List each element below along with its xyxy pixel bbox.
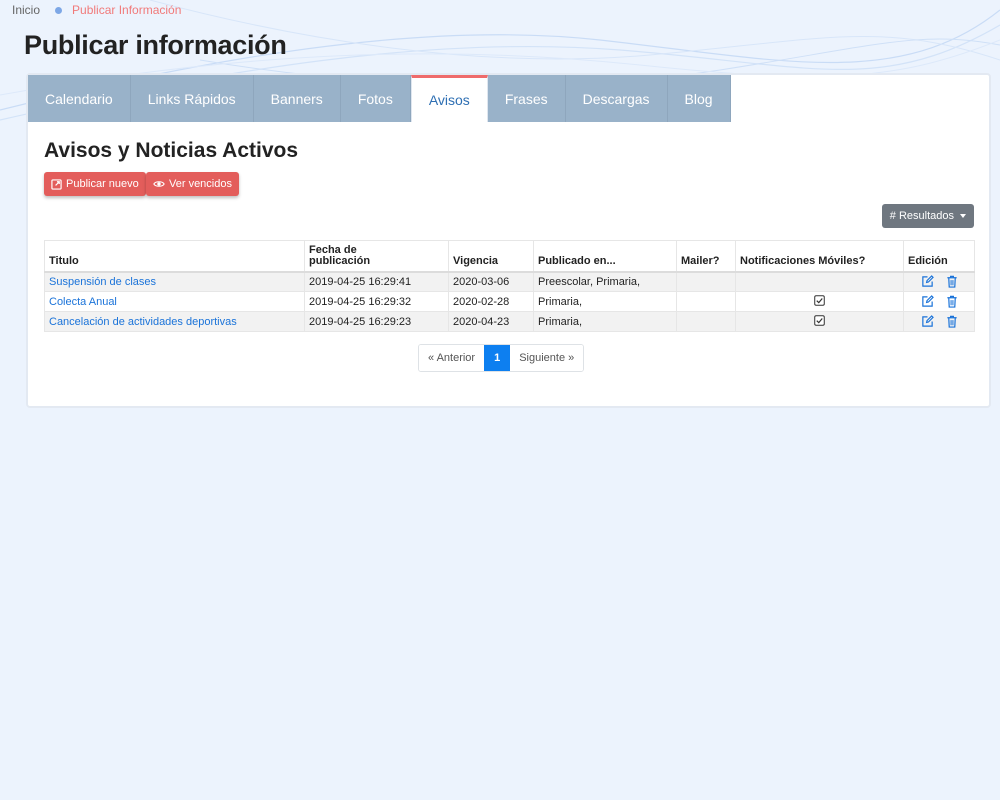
breadcrumb-separator-dot-icon — [55, 6, 63, 14]
results-dropdown-label: # Resultados — [889, 210, 954, 222]
row-edit-cell — [903, 311, 975, 332]
external-link-icon — [51, 178, 62, 190]
trash-icon[interactable] — [946, 295, 958, 308]
row-mailer — [676, 291, 736, 312]
pagination: « Anterior 1 Siguiente » — [418, 344, 585, 372]
header-pub-date-line2: publicación — [309, 254, 371, 267]
checkbox-checked-icon — [814, 314, 825, 326]
trash-icon[interactable] — [946, 275, 958, 288]
tab-avisos[interactable]: Avisos — [410, 75, 488, 122]
table-header-row: Titulo Fecha de publicación Vigencia Pub… — [44, 240, 975, 273]
view-expired-label: Ver vencidos — [169, 178, 232, 190]
row-title-link[interactable]: Suspensión de clases — [49, 276, 156, 288]
row-mobile — [735, 271, 904, 292]
announcements-table: Titulo Fecha de publicación Vigencia Pub… — [44, 240, 975, 332]
row-mailer — [676, 311, 736, 332]
publish-new-button[interactable]: Publicar nuevo — [44, 172, 146, 196]
section-title: Avisos y Noticias Activos — [44, 139, 299, 162]
row-published-in: Primaria, — [533, 311, 677, 332]
edit-icon[interactable] — [921, 315, 934, 328]
view-expired-button[interactable]: Ver vencidos — [146, 172, 239, 196]
publish-new-label: Publicar nuevo — [66, 178, 139, 190]
table-row: Colecta Anual 2019-04-25 16:29:32 2020-0… — [44, 291, 975, 312]
tab-descargas[interactable]: Descargas — [565, 75, 668, 122]
trash-icon[interactable] — [946, 315, 958, 328]
row-title-link[interactable]: Colecta Anual — [49, 296, 117, 308]
content-card: Calendario Links Rápidos Banners Fotos A… — [26, 73, 991, 408]
tab-fotos[interactable]: Fotos — [340, 75, 411, 122]
pagination-page-1[interactable]: 1 — [484, 345, 511, 371]
header-edit: Edición — [903, 240, 975, 273]
checkbox-checked-icon — [814, 294, 825, 306]
header-validity: Vigencia — [448, 240, 534, 273]
row-validity: 2020-03-06 — [448, 271, 534, 292]
row-published-in: Preescolar, Primaria, — [533, 271, 677, 292]
row-mobile — [735, 291, 904, 312]
row-edit-cell — [903, 271, 975, 292]
breadcrumb-home-link[interactable]: Inicio — [12, 3, 40, 17]
row-published-in: Primaria, — [533, 291, 677, 312]
header-pub-date: Fecha de publicación — [304, 240, 449, 273]
row-pub-date: 2019-04-25 16:29:32 — [304, 291, 449, 312]
header-title: Titulo — [44, 240, 305, 273]
pagination-prev-button[interactable]: « Anterior — [419, 345, 485, 371]
row-pub-date: 2019-04-25 16:29:41 — [304, 271, 449, 292]
tab-bar: Calendario Links Rápidos Banners Fotos A… — [28, 75, 731, 122]
breadcrumb-current: Publicar Información — [72, 3, 182, 17]
row-mailer — [676, 271, 736, 292]
tab-links-rapidos[interactable]: Links Rápidos — [130, 75, 254, 122]
eye-icon — [153, 181, 165, 187]
row-edit-cell — [903, 291, 975, 312]
page-title: Publicar información — [24, 30, 287, 60]
header-published-in: Publicado en... — [533, 240, 677, 273]
tab-banners[interactable]: Banners — [253, 75, 341, 122]
row-validity: 2020-04-23 — [448, 311, 534, 332]
edit-icon[interactable] — [921, 275, 934, 288]
edit-icon[interactable] — [921, 295, 934, 308]
tab-blog[interactable]: Blog — [667, 75, 731, 122]
row-title-link[interactable]: Cancelación de actividades deportivas — [49, 316, 237, 328]
breadcrumb: Inicio Publicar Información — [12, 3, 181, 17]
header-mobile-notifications: Notificaciones Móviles? — [735, 240, 904, 273]
results-dropdown-button[interactable]: # Resultados — [881, 204, 974, 228]
row-validity: 2020-02-28 — [448, 291, 534, 312]
row-mobile — [735, 311, 904, 332]
table-row: Suspensión de clases 2019-04-25 16:29:41… — [44, 271, 975, 292]
tab-calendario[interactable]: Calendario — [28, 75, 131, 122]
caret-down-icon — [960, 214, 966, 218]
header-mailer: Mailer? — [676, 240, 736, 273]
tab-frases[interactable]: Frases — [487, 75, 566, 122]
row-pub-date: 2019-04-25 16:29:23 — [304, 311, 449, 332]
pagination-next-button[interactable]: Siguiente » — [510, 345, 584, 371]
table-row: Cancelación de actividades deportivas 20… — [44, 311, 975, 332]
